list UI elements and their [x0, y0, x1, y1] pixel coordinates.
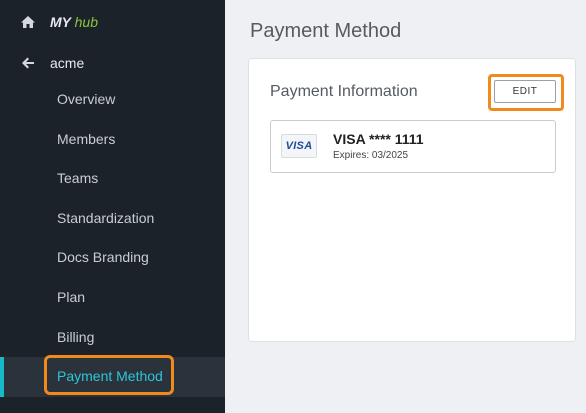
sidebar-item-label: Docs Branding	[57, 249, 149, 265]
sidebar-item-overview[interactable]: Overview	[0, 80, 225, 120]
org-name: acme	[50, 55, 85, 71]
card-number: VISA **** 1111	[333, 131, 424, 147]
sidebar-item-label: Payment Method	[57, 368, 163, 384]
page-title: Payment Method	[250, 20, 402, 43]
visa-card-icon: VISA	[281, 134, 317, 158]
card-title: Payment Information	[270, 83, 418, 100]
sidebar-item-plan[interactable]: Plan	[0, 278, 225, 318]
sidebar-item-members[interactable]: Members	[0, 120, 225, 160]
sidebar-item-label: Members	[57, 131, 116, 147]
card-expiry: Expires: 03/2025	[333, 150, 409, 161]
sidebar-item-teams[interactable]: Teams	[0, 159, 225, 199]
sidebar-item-label: Teams	[57, 170, 99, 186]
sidebar-item-standardization[interactable]: Standardization	[0, 199, 225, 239]
sidebar-item-label: Standardization	[57, 210, 155, 226]
brand-logo: MY hub	[50, 14, 98, 30]
payment-information-card: Payment Information EDIT VISA VISA **** …	[248, 58, 576, 342]
sidebar-item-label: Billing	[57, 329, 95, 345]
sidebar-home-link[interactable]: MY hub	[0, 2, 225, 42]
sidebar-item-billing[interactable]: Billing	[0, 318, 225, 358]
arrow-left-icon	[22, 57, 34, 69]
sidebar: MY hub acme Overview Members Teams Stand…	[0, 0, 225, 413]
home-icon	[21, 16, 35, 28]
sidebar-item-docs-branding[interactable]: Docs Branding	[0, 238, 225, 278]
payment-method-row: VISA VISA **** 1111 Expires: 03/2025	[270, 120, 556, 173]
card-brand-text: VISA	[285, 140, 313, 152]
sidebar-item-payment-method[interactable]: Payment Method	[0, 355, 225, 397]
sidebar-back-link[interactable]: acme	[0, 43, 225, 83]
sidebar-item-label: Plan	[57, 289, 86, 305]
active-indicator	[0, 357, 4, 397]
sidebar-item-label: Overview	[57, 91, 116, 107]
brand-suffix: hub	[74, 14, 98, 30]
brand-prefix: MY	[50, 14, 71, 30]
edit-button[interactable]: EDIT	[494, 80, 556, 103]
